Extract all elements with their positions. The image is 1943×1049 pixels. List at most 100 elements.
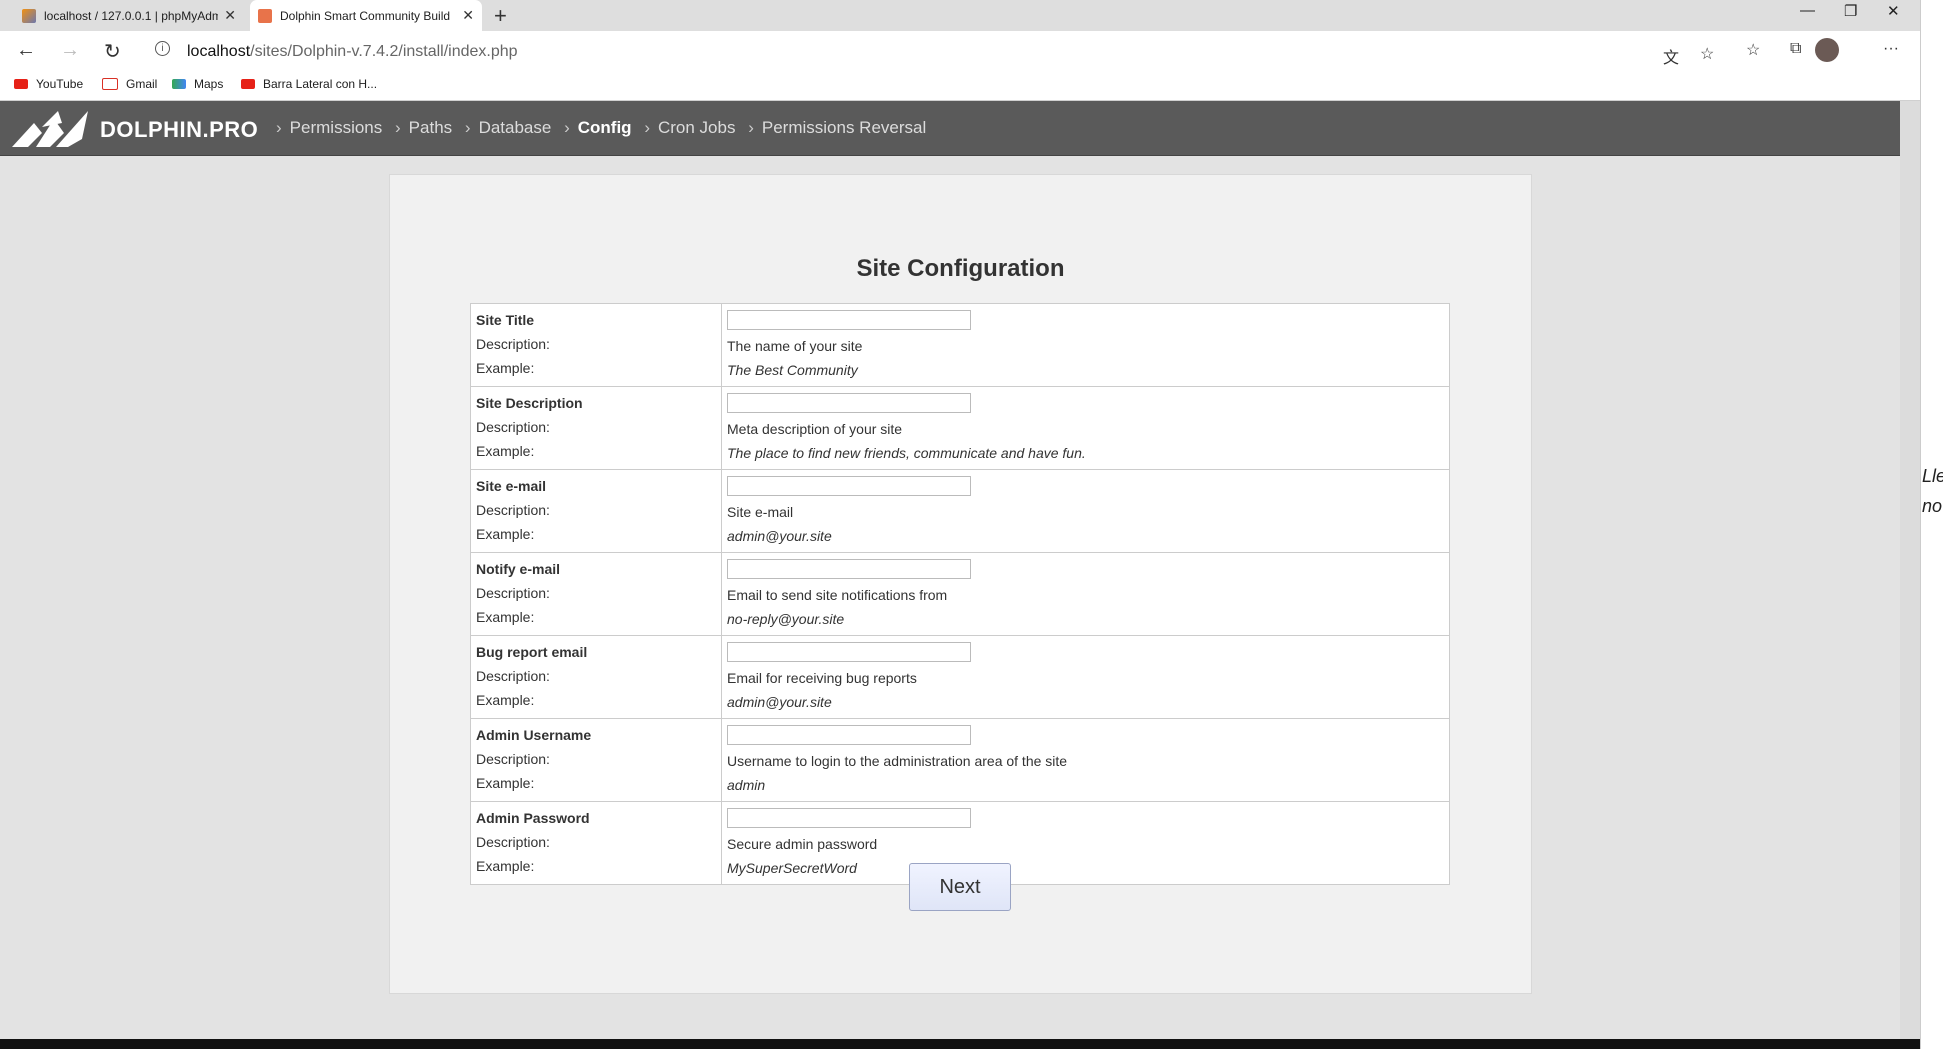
field-name: Site e-mail — [476, 478, 547, 494]
more-menu-icon[interactable]: ··· — [1883, 40, 1899, 58]
config-row-site-e-mail: Site e-mail Description: Example: Site e-ma… — [470, 469, 1450, 553]
config-table: Site Title Description: Example: The name o… — [470, 303, 1450, 885]
field-example: admin — [727, 777, 766, 793]
field-example: MySuperSecretWord — [727, 860, 857, 876]
example-label: Example: — [476, 360, 535, 376]
field-name: Bug report email — [476, 644, 588, 660]
tab-title: localhost / 127.0.0.1 | phpMyAdm — [44, 8, 219, 23]
favorites-list-icon[interactable]: ☆ — [1746, 40, 1760, 60]
youtube-icon — [241, 79, 255, 89]
dolphin-logo-icon — [12, 111, 88, 147]
address-bar[interactable]: i localhost/sites/Dolphin-v.7.4.2/instal… — [143, 35, 1723, 67]
browser-window: localhost / 127.0.0.1 | phpMyAdm ✕ Dolph… — [0, 0, 1920, 1049]
config-table-body: Site Title Description: Example: The name o… — [470, 303, 1450, 885]
minimize-icon[interactable]: — — [1800, 2, 1815, 19]
site-title-input[interactable] — [727, 310, 971, 330]
collections-icon[interactable]: ⧉ — [1790, 40, 1801, 58]
favorite-star-icon[interactable]: ☆ — [1700, 44, 1714, 64]
field-name: Admin Username — [476, 727, 592, 743]
field-value-cell: Secure admin password MySuperSecretWord — [721, 801, 1450, 885]
description-label: Description: — [476, 668, 550, 684]
close-tab-icon[interactable]: ✕ — [224, 7, 236, 24]
dolphin-favicon-icon — [258, 8, 272, 23]
profile-avatar[interactable] — [1815, 38, 1839, 62]
field-input-line — [727, 476, 1444, 500]
site-info-icon[interactable]: i — [155, 41, 170, 56]
description-label: Description: — [476, 834, 550, 850]
step-cron-jobs: Cron Jobs — [657, 118, 736, 137]
step-permissions-reversal: Permissions Reversal — [761, 118, 927, 137]
field-label-cell: Admin Username Description: Example: — [470, 718, 722, 802]
breadcrumb-separator: › — [276, 118, 282, 137]
field-input-line — [727, 642, 1444, 666]
admin-username-input[interactable] — [727, 725, 971, 745]
step-permissions: Permissions — [289, 118, 383, 137]
site-description-input[interactable] — [727, 393, 971, 413]
restore-icon[interactable]: ❐ — [1844, 2, 1857, 20]
bookmark-barra-lateral[interactable]: Barra Lateral con H... — [241, 77, 377, 91]
bug-report-email-input[interactable] — [727, 642, 971, 662]
url-text[interactable]: localhost/sites/Dolphin-v.7.4.2/install/… — [187, 43, 518, 61]
field-value-cell: Email for receiving bug reports admin@you… — [721, 635, 1450, 719]
field-description: Meta description of your site — [727, 421, 903, 437]
bookmark-gmail[interactable]: Gmail — [102, 77, 157, 91]
example-label: Example: — [476, 775, 535, 791]
config-row-notify-e-mail: Notify e-mail Description: Example: Email t… — [470, 552, 1450, 636]
tab-title: Dolphin Smart Community Build — [280, 8, 451, 23]
step-paths: Paths — [408, 118, 453, 137]
bookmarks-bar: YouTube Gmail Maps Barra Lateral con H..… — [0, 71, 1920, 101]
field-value-cell: The name of your site The Best Community — [721, 303, 1450, 387]
field-example: admin@your.site — [727, 528, 832, 544]
close-tab-icon[interactable]: ✕ — [462, 7, 474, 24]
breadcrumb-separator: › — [564, 118, 570, 137]
field-description: The name of your site — [727, 338, 863, 354]
field-example: The Best Community — [727, 362, 858, 378]
field-value-cell: Email to send site notifications from no-… — [721, 552, 1450, 636]
example-label: Example: — [476, 526, 535, 542]
page-title: Site Configuration — [856, 255, 1065, 282]
field-value-cell: Username to login to the administration … — [721, 718, 1450, 802]
field-label-cell: Admin Password Description: Example: — [470, 801, 722, 885]
breadcrumb-separator: › — [748, 118, 754, 137]
description-label: Description: — [476, 751, 550, 767]
field-name: Admin Password — [476, 810, 590, 826]
site-e-mail-input[interactable] — [727, 476, 971, 496]
notify-e-mail-input[interactable] — [727, 559, 971, 579]
tab-dolphin[interactable]: Dolphin Smart Community Build ✕ — [250, 0, 482, 31]
back-icon[interactable]: ← — [16, 39, 36, 62]
field-value-cell: Meta description of your site The place t… — [721, 386, 1450, 470]
next-button[interactable]: Next — [909, 863, 1011, 911]
side-panel-text: no — [1922, 496, 1943, 516]
config-row-site-description: Site Description Description: Example: Meta… — [470, 386, 1450, 470]
field-value-cell: Site e-mail admin@your.site — [721, 469, 1450, 553]
config-row-site-title: Site Title Description: Example: The name o… — [470, 303, 1450, 387]
translate-icon[interactable]: 文 — [1663, 44, 1679, 68]
description-label: Description: — [476, 419, 550, 435]
bookmark-youtube[interactable]: YouTube — [14, 77, 83, 91]
tab-phpmyadmin[interactable]: localhost / 127.0.0.1 | phpMyAdm ✕ — [14, 0, 244, 31]
close-window-icon[interactable]: ✕ — [1887, 2, 1900, 20]
description-label: Description: — [476, 336, 550, 352]
field-example: no-reply@your.site — [727, 611, 845, 627]
field-name: Notify e-mail — [476, 561, 561, 577]
field-label-cell: Site e-mail Description: Example: — [470, 469, 722, 553]
new-tab-button[interactable]: + — [494, 3, 507, 29]
field-input-line — [727, 393, 1444, 417]
brand-name: DOLPHIN.PRO — [100, 117, 259, 142]
side-panel — [1920, 0, 1943, 1049]
taskbar — [0, 1039, 1920, 1049]
forward-icon[interactable]: → — [60, 39, 80, 62]
example-label: Example: — [476, 609, 535, 625]
field-input-line — [727, 808, 1444, 832]
config-row-admin-username: Admin Username Description: Example: Userna… — [470, 718, 1450, 802]
field-description: Site e-mail — [727, 504, 794, 520]
bookmark-maps[interactable]: Maps — [172, 77, 223, 91]
description-label: Description: — [476, 585, 550, 601]
admin-password-input[interactable] — [727, 808, 971, 828]
breadcrumb-separator: › — [644, 118, 650, 137]
field-name: Site Title — [476, 312, 535, 328]
phpmyadmin-icon — [22, 8, 36, 23]
example-label: Example: — [476, 443, 535, 459]
refresh-icon[interactable]: ↻ — [104, 39, 121, 64]
side-panel-text: Lle — [1922, 466, 1943, 486]
